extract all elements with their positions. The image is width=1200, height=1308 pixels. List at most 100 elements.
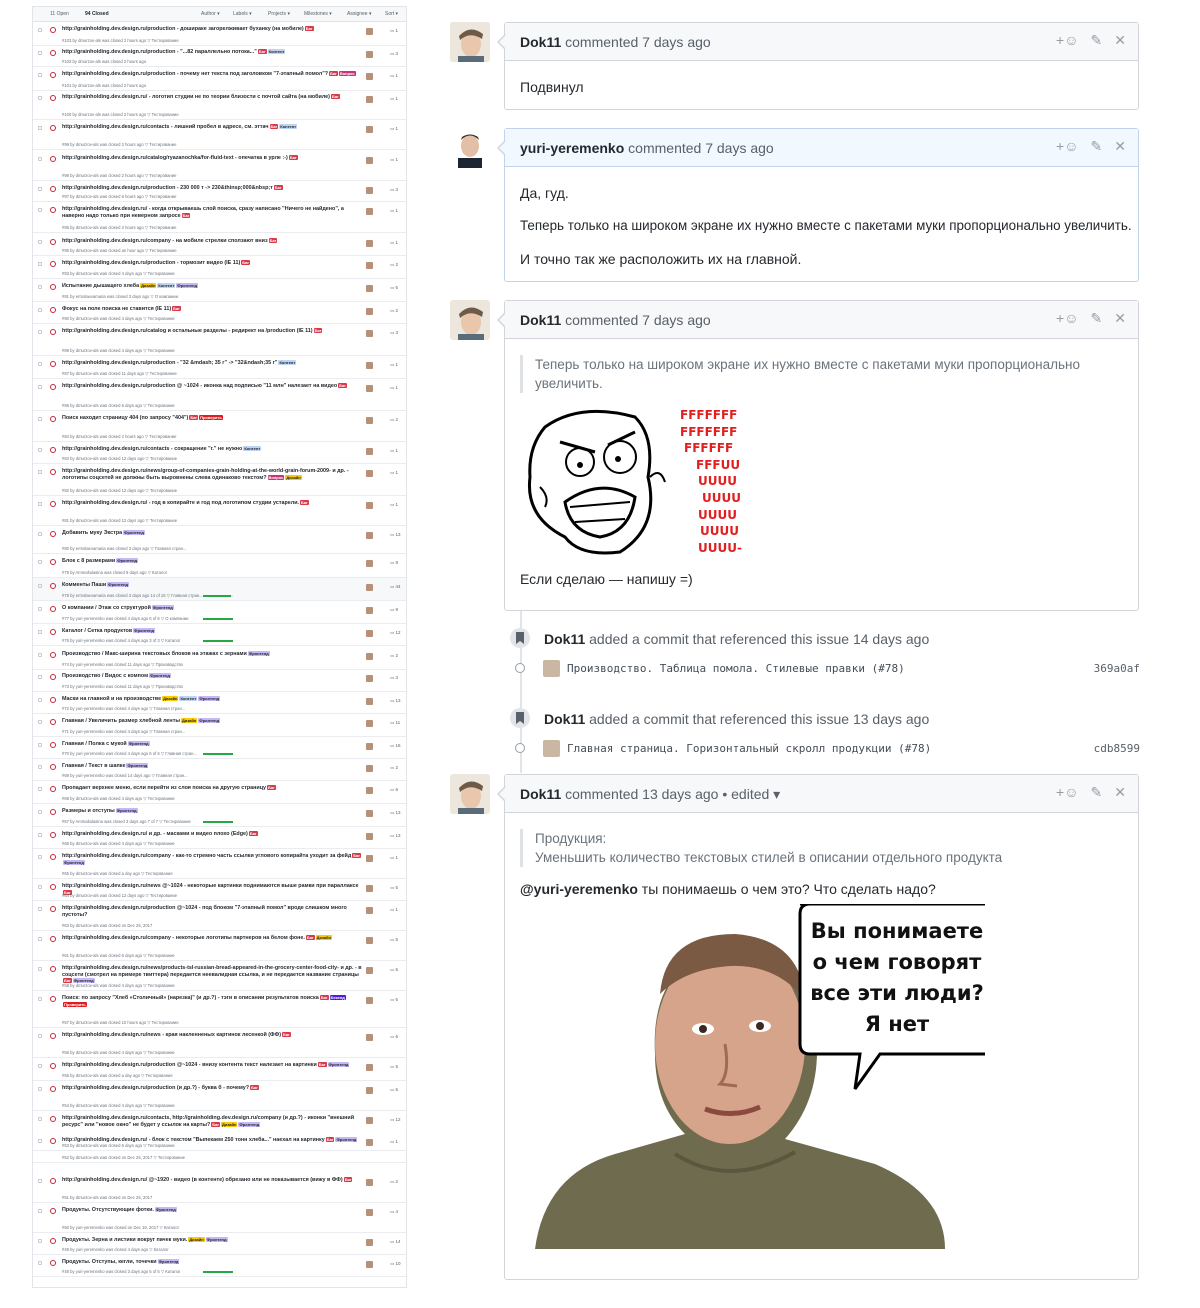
filter-labels[interactable]: Labels ▾ [233, 11, 252, 17]
issue-title[interactable]: Блок с 8 размерами Фронтенд [62, 558, 362, 565]
issue-row[interactable]: Блок с 8 размерами Фронтенд #79 by Ammaltu… [33, 554, 406, 578]
issue-label[interactable]: Баг [211, 1121, 221, 1127]
assignee-avatar[interactable] [366, 607, 373, 614]
open-issues-tab[interactable]: 11 Open [50, 11, 69, 17]
issue-title-text[interactable]: Комменты Паши [62, 582, 106, 588]
issue-row[interactable]: http://grainholding.dev.design.ru/ и др.… [33, 827, 406, 849]
assignee-avatar[interactable] [366, 833, 373, 840]
issue-checkbox[interactable] [38, 765, 42, 769]
issue-label[interactable]: Баг [250, 1085, 259, 1091]
comment-count[interactable]: ▭ 1 [390, 73, 398, 79]
issue-title[interactable]: http://grainholding.dev.design.ru/produc… [62, 260, 362, 267]
issue-checkbox[interactable] [38, 187, 42, 191]
issue-label[interactable]: Баг [268, 238, 278, 244]
filter-sort[interactable]: Sort ▾ [385, 11, 398, 17]
issue-row[interactable]: http://grainholding.dev.design.ru/contac… [33, 120, 406, 150]
issue-title-text[interactable]: http://grainholding.dev.design.ru/ @~192… [62, 1177, 343, 1183]
issue-title-text[interactable]: О компании / Этаж со структурой [62, 605, 151, 611]
issue-checkbox[interactable] [38, 787, 42, 791]
issue-label[interactable]: Дизайн [285, 474, 302, 480]
issue-row[interactable]: http://grainholding.dev.design.ru/catalo… [33, 324, 406, 356]
issue-checkbox[interactable] [38, 157, 42, 161]
issue-title[interactable]: http://grainholding.dev.design.ru/ - лог… [62, 94, 362, 101]
issue-row[interactable]: http://grainholding.dev.design.ru/produc… [33, 256, 406, 279]
issue-title-text[interactable]: http://grainholding.dev.design.ru/ и др.… [62, 831, 248, 837]
filter-author[interactable]: Author ▾ [201, 11, 220, 17]
issue-label[interactable]: Фронтенд [149, 673, 171, 679]
comment-author[interactable]: Dok11 [520, 786, 561, 802]
assignee-avatar[interactable] [366, 630, 373, 637]
issue-checkbox[interactable] [38, 607, 42, 611]
issue-checkbox[interactable] [38, 997, 42, 1001]
edit-pencil-icon[interactable]: ✎ [1091, 138, 1103, 155]
issue-title[interactable]: http://grainholding.dev.design.ru/ - год… [62, 500, 362, 507]
issue-title[interactable]: http://grainholding.dev.design.ru/produc… [62, 185, 362, 192]
comment-count[interactable]: ▭ 1 [390, 855, 398, 861]
issue-checkbox[interactable] [38, 885, 42, 889]
issue-title-text[interactable]: Фокус на поле поиска не ставится (IE 11) [62, 306, 171, 312]
issue-row[interactable]: http://grainholding.dev.design.ru/produc… [33, 22, 406, 46]
issue-label[interactable]: Фронтенд [154, 1207, 177, 1213]
issue-title-text[interactable]: Размеры и отступы [62, 808, 115, 814]
issue-title[interactable]: http://grainholding.dev.design.ru/compan… [62, 853, 362, 866]
issue-label[interactable]: Баг [329, 71, 338, 77]
issue-label[interactable]: Баг [189, 415, 199, 421]
issue-title[interactable]: http://grainholding.dev.design.ru/produc… [62, 26, 362, 33]
issue-label[interactable]: Баг [282, 1032, 291, 1038]
issue-label[interactable]: Баг [300, 500, 309, 506]
issue-label[interactable]: Баг [343, 1177, 353, 1183]
close-icon[interactable]: ✕ [1114, 310, 1126, 327]
issue-row[interactable]: Добавить муку Экстра Фронтенд #80 by ermol… [33, 526, 406, 554]
comment-count[interactable]: ▭ 1 [390, 448, 398, 454]
comment-count[interactable]: ▭ 5 [390, 1087, 398, 1093]
issue-label[interactable]: Баг [330, 94, 340, 100]
assignee-avatar[interactable] [366, 743, 373, 750]
assignee-avatar[interactable] [366, 1034, 373, 1041]
issue-label[interactable]: Фронтенд [127, 741, 150, 747]
avatar-dok11[interactable] [450, 774, 490, 814]
issue-title[interactable]: Пропадает верхнее меню, если перейти из … [62, 785, 362, 792]
assignee-avatar[interactable] [366, 653, 373, 660]
commit-message[interactable]: Производство. Таблица помола. Стилевые п… [567, 662, 905, 675]
issue-row[interactable]: http://grainholding.dev.design.ru/produc… [33, 181, 406, 202]
issue-title-text[interactable]: Главная / Полка с мукой [62, 741, 127, 747]
assignee-avatar[interactable] [366, 1087, 373, 1094]
comment-count[interactable]: ▭ 13 [390, 698, 401, 704]
issue-row[interactable]: Пропадает верхнее меню, если перейти из … [33, 781, 406, 804]
issue-title-text[interactable]: Производство / Видос с компом [62, 673, 148, 679]
issue-title[interactable]: Комменты Паши Фронтенд [62, 582, 362, 589]
issue-title-text[interactable]: http://grainholding.dev.design.ru/news/g… [62, 468, 349, 481]
issue-title-text[interactable]: Главная / Текст в шапке [62, 763, 125, 769]
assignee-avatar[interactable] [366, 810, 373, 817]
issue-label[interactable]: Баг [172, 306, 181, 312]
issue-row[interactable]: Поиск находит страницу 404 (по запросу "… [33, 411, 406, 442]
issue-title-text[interactable]: http://grainholding.dev.design.ru/catalo… [62, 328, 313, 334]
issue-row[interactable]: Поиск: по запросу "Хлеб «Столичный» (нар… [33, 991, 406, 1028]
issue-title-text[interactable]: Продукты. Отсутствующие фотки. [62, 1207, 154, 1213]
issue-label[interactable]: Баг [181, 212, 191, 218]
comment-count[interactable]: ▭ 1 [390, 157, 398, 163]
issue-title-text[interactable]: http://grainholding.dev.design.ru/compan… [62, 238, 268, 244]
comment-count[interactable]: ▭ 3 [390, 187, 398, 193]
issue-label[interactable]: Контент [278, 360, 297, 366]
comment-count[interactable]: ▭ 1 [390, 502, 398, 508]
comment-count[interactable]: ▭ 10 [390, 1261, 401, 1267]
issue-label[interactable]: Фронтенд [247, 651, 270, 657]
assignee-avatar[interactable] [366, 96, 373, 103]
issue-checkbox[interactable] [38, 560, 42, 564]
close-icon[interactable]: ✕ [1114, 138, 1126, 155]
issue-row[interactable]: Продукты. Отступы, кегли, точечки Фронтен… [33, 1255, 406, 1277]
issue-row[interactable]: http://grainholding.dev.design.ru/ - ког… [33, 202, 406, 233]
issue-row[interactable]: http://grainholding.dev.design.ru/ - бло… [33, 1133, 406, 1163]
issue-row[interactable]: Комменты Паши Фронтенд #78 by ermolaevamar… [33, 578, 406, 601]
assignee-avatar[interactable] [366, 765, 373, 772]
issue-row[interactable]: Размеры и отступы Фронтенд #67 by Ammaltul… [33, 804, 406, 827]
comment-count[interactable]: ▭ 2 [390, 653, 398, 659]
issue-label[interactable]: Баг [313, 328, 323, 334]
issue-checkbox[interactable] [38, 937, 42, 941]
issue-row[interactable]: http://grainholding.dev.design.ru/ - лог… [33, 90, 406, 120]
issue-label[interactable]: Дизайн [188, 1237, 205, 1243]
issue-title-text[interactable]: Испытание дышащего хлеба [62, 283, 139, 289]
issue-title-text[interactable]: http://grainholding.dev.design.ru/ - бло… [62, 1137, 325, 1143]
assignee-avatar[interactable] [366, 720, 373, 727]
